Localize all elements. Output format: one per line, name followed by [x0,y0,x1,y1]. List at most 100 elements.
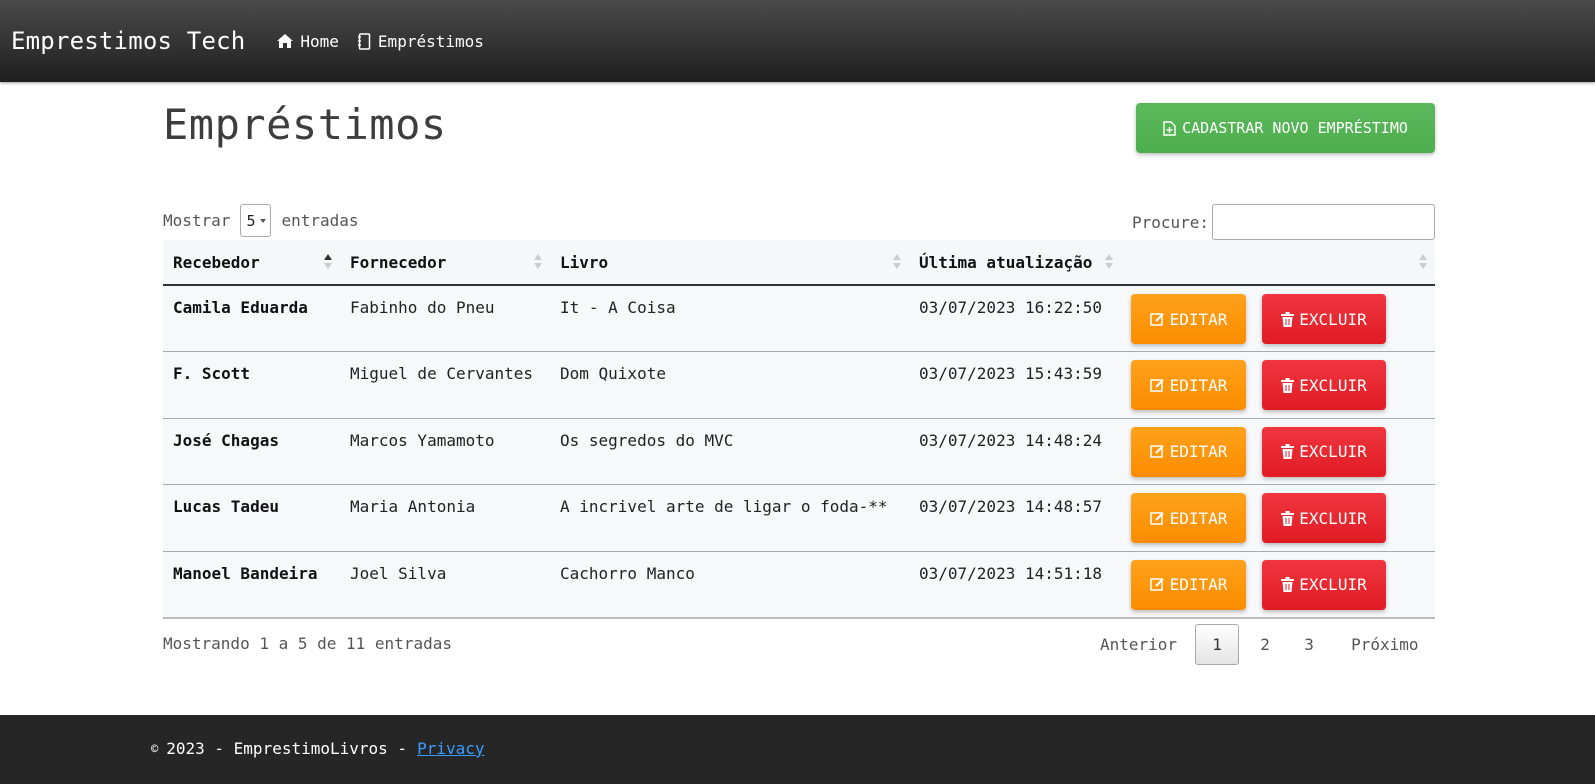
table-row: Camila Eduarda Fabinho do Pneu It - A Cois… [163,285,1435,352]
home-icon [277,34,294,48]
loans-table: Recebedor Fornecedor Livro Última atuali… [163,240,1435,619]
cell-recebedor: Lucas Tadeu [173,497,279,517]
length-suffix: entradas [281,211,359,230]
edit-icon [1149,445,1164,458]
trash-icon [1281,510,1295,526]
caret-down-icon [260,219,267,223]
cell-actions: EDITAR EXCLUIR [1121,485,1435,552]
cell-actions: EDITAR EXCLUIR [1121,285,1435,352]
pagination-page-2[interactable]: 2 [1243,624,1287,665]
nav-link-label: Home [300,31,339,51]
cell-fornecedor: Fabinho do Pneu [350,298,495,317]
footer: © 2023 - EmprestimoLivros - Privacy [0,715,1595,784]
edit-label: EDITAR [1169,508,1228,528]
cell-livro: Dom Quixote [560,364,666,384]
pagination-page-3[interactable]: 3 [1287,624,1331,665]
edit-icon [1149,578,1164,592]
cell-actions: EDITAR EXCLUIR [1121,418,1435,485]
edit-button[interactable]: EDITAR [1131,426,1246,477]
edit-button[interactable]: EDITAR [1131,559,1246,610]
delete-label: EXCLUIR [1299,375,1367,395]
edit-label: EDITAR [1169,309,1228,329]
page-title: Empréstimos [163,100,447,149]
cell-fornecedor: Miguel de Cervantes [350,364,534,384]
column-header-atualizacao[interactable]: Última atualização [909,240,1121,285]
length-prefix: Mostrar [163,211,231,230]
delete-button[interactable]: EXCLUIR [1262,360,1386,411]
sort-icon [1105,254,1113,270]
cell-fornecedor: Joel Silva [350,563,447,583]
file-plus-icon [1163,120,1176,136]
column-header-fornecedor[interactable]: Fornecedor [340,240,550,285]
sort-icon [534,254,542,270]
pagination-previous[interactable]: Anterior [1086,624,1191,665]
privacy-link[interactable]: Privacy [417,739,484,758]
search-label: Procure: [1132,212,1210,232]
nav-link-home[interactable]: Home [277,32,339,51]
cell-livro: It - A Coisa [560,298,676,317]
cell-atualizacao: 03/07/2023 15:43:59 [919,364,1103,384]
delete-label: EXCLUIR [1299,508,1367,528]
cell-recebedor: Manoel Bandeira [173,563,318,583]
cell-recebedor: Camila Eduarda [173,298,308,317]
cell-livro: A incrivel arte de ligar o foda-** [560,497,888,517]
table-row: F. Scott Miguel de Cervantes Dom Quixote 03… [163,351,1435,419]
table-info: Mostrando 1 a 5 de 11 entradas [163,634,452,653]
column-header-livro[interactable]: Livro [550,240,909,285]
nav-link-emprestimos[interactable]: Empréstimos [357,32,484,51]
book-icon [357,32,371,50]
delete-button[interactable]: EXCLUIR [1262,294,1386,344]
delete-button[interactable]: EXCLUIR [1262,493,1386,544]
sort-icon [324,254,332,270]
cell-atualizacao: 03/07/2023 16:22:50 [919,298,1103,317]
delete-button[interactable]: EXCLUIR [1262,559,1386,610]
length-select[interactable]: 5 [240,204,272,237]
pagination-next[interactable]: Próximo [1331,624,1432,665]
delete-label: EXCLUIR [1299,442,1367,462]
edit-button[interactable]: EDITAR [1131,294,1246,344]
table-header-row: Recebedor Fornecedor Livro Última atuali… [163,240,1435,285]
trash-icon [1281,311,1295,327]
cell-fornecedor: Maria Antonia [350,497,476,517]
pagination-page-1[interactable]: 1 [1195,624,1240,665]
new-loan-label: CADASTRAR NOVO EMPRÉSTIMO [1182,119,1408,137]
table-row: Manoel Bandeira Joel Silva Cachorro Manco 0… [163,551,1435,618]
sort-icon [1419,254,1427,270]
delete-button[interactable]: EXCLUIR [1262,426,1386,477]
edit-label: EDITAR [1169,442,1228,462]
table-row: José Chagas Marcos Yamamoto Os segredos do… [163,418,1435,485]
cell-actions: EDITAR EXCLUIR [1121,551,1435,618]
trash-icon [1281,377,1295,393]
cell-livro: Os segredos do MVC [560,430,734,450]
pagination: Anterior 1 2 3 Próximo [1086,624,1433,665]
brand-link[interactable]: Emprestimos Tech [11,27,245,55]
edit-button[interactable]: EDITAR [1131,493,1246,544]
column-header-actions[interactable] [1121,240,1435,285]
new-loan-button[interactable]: CADASTRAR NOVO EMPRÉSTIMO [1136,103,1435,153]
search-control: Procure: [1132,204,1436,240]
table-row: Lucas Tadeu Maria Antonia A incrivel arte … [163,484,1435,552]
sort-icon [893,254,901,270]
search-input[interactable] [1212,204,1436,240]
cell-livro: Cachorro Manco [560,563,695,583]
trash-icon [1281,577,1295,593]
column-header-recebedor[interactable]: Recebedor [163,240,340,285]
edit-icon [1149,512,1164,525]
cell-recebedor: F. Scott [173,364,251,384]
edit-icon [1149,378,1164,392]
delete-label: EXCLUIR [1299,309,1367,329]
cell-atualizacao: 03/07/2023 14:48:57 [919,497,1103,517]
nav-link-label: Empréstimos [377,31,484,51]
footer-text: 2023 - EmprestimoLivros - [166,739,408,758]
copyright-symbol: © [151,741,159,756]
edit-label: EDITAR [1169,575,1228,595]
length-value: 5 [246,211,256,230]
edit-button[interactable]: EDITAR [1131,360,1246,411]
cell-fornecedor: Marcos Yamamoto [350,430,495,450]
trash-icon [1281,444,1295,460]
edit-label: EDITAR [1169,375,1228,395]
cell-atualizacao: 03/07/2023 14:48:24 [919,430,1103,450]
cell-recebedor: José Chagas [173,430,279,450]
delete-label: EXCLUIR [1299,575,1367,595]
length-control: Mostrar 5 entradas [163,204,359,237]
